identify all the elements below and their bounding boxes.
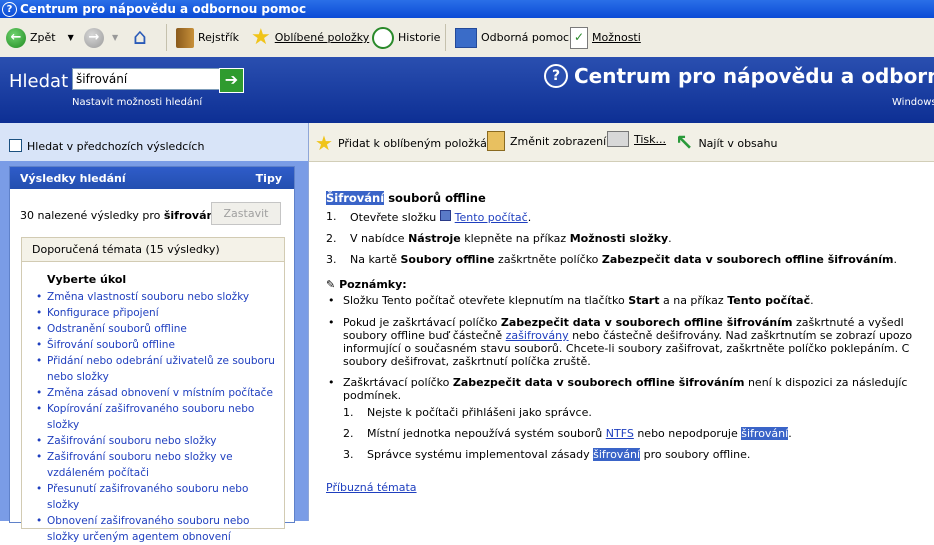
article-title: Šifrování souborů offline [326,191,486,205]
topic-link[interactable]: Změna vlastností souboru nebo složky [36,289,276,305]
left-pane: Hledat v předchozích výsledcích Výsledky… [0,123,308,543]
notes-title: ✎ Poznámky: [326,278,407,291]
step-item: 1. Otevřete složku Tento počítač. [326,210,532,224]
related-topics-link[interactable]: Příbuzná témata [326,481,417,494]
notes-list: Zaškrtávací políčko Zabezpečit data v so… [326,376,934,402]
note-item: Pokud je zaškrtávací políčko Zabezpečit … [326,316,934,368]
previous-results-checkbox[interactable] [9,139,22,152]
step-item: 2. V nabídce Nástroje klepněte na příkaz … [326,232,672,245]
topic-list: Změna vlastností souboru nebo složky Kon… [36,289,276,545]
home-button[interactable]: ⌂ [133,18,147,57]
computer-icon [439,210,451,221]
topic-link[interactable]: Přesunutí zašifrovaného souboru nebo slo… [36,481,276,513]
condition-item: 2. Místní jednotka nepoužívá systém soubo… [343,427,792,440]
results-header: Výsledky hledání Tipy [10,167,294,189]
chevron-down-icon[interactable]: ▼ [112,33,118,42]
condition-item: 3. Správce systému implementoval zásady š… [343,448,751,461]
home-icon: ⌂ [133,25,147,50]
add-favorite-button[interactable]: ★ Přidat k oblíbeným položkám [315,131,498,155]
help-icon: ? [2,2,17,17]
printer-icon [607,131,629,147]
search-go-button[interactable]: ➔ [219,68,244,93]
support-button[interactable]: Odborná pomoc [455,18,569,57]
windows-label: Windows [892,97,934,108]
previous-results-label: Hledat v předchozích výsledcích [27,140,205,153]
locate-arrow-icon: ↖ [675,131,694,156]
topic-link[interactable]: Zašifrování souboru nebo složky ve vzdál… [36,449,276,481]
conditions-list: 1. Nejste k počítači přihlášeni jako sprá… [343,406,792,462]
encrypted-link[interactable]: zašifrovány [506,329,569,342]
task-header: Vyberte úkol [47,273,127,286]
topic-link[interactable]: Změna zásad obnovení v místním počítače [36,385,276,401]
options-button[interactable]: ✓ Možnosti [570,18,641,57]
ntfs-link[interactable]: NTFS [606,427,634,440]
note-item: Zaškrtávací políčko Zabezpečit data v so… [326,376,934,402]
options-checklist-icon: ✓ [570,26,588,49]
suggested-topics: Doporučená témata (15 výsledky) Vyberte … [21,237,285,543]
forward-button[interactable]: → ▼ [84,18,118,57]
print-button[interactable]: Tisk... [607,131,666,147]
topic-link[interactable]: Zašifrování souboru nebo složky [36,433,276,449]
topic-link[interactable]: Odstranění souborů offline [36,321,276,337]
locate-button[interactable]: ↖ Najít v obsahu [675,131,777,156]
history-button[interactable]: Historie [372,18,440,57]
stop-button[interactable]: Zastavit [211,202,281,225]
results-title: Výsledky hledání [20,172,126,185]
note-item: Složku Tento počítač otevřete klepnutím … [326,294,934,307]
main-toolbar: ← Zpět ▼ → ▼ ⌂ Rejstřík ★ Oblíbené polož… [0,18,934,58]
steps-list: 1. Otevřete složku Tento počítač. 2. V nab… [326,210,897,267]
my-computer-link[interactable]: Tento počítač [455,211,528,224]
star-icon: ★ [251,25,271,50]
help-center-header: ? Centrum pro nápovědu a odbornou [544,64,934,88]
back-button[interactable]: ← Zpět ▼ [6,18,74,57]
change-view-icon [487,131,505,151]
suggested-topics-header[interactable]: Doporučená témata (15 výsledky) [22,238,284,262]
topic-link[interactable]: Konfigurace připojení [36,305,276,321]
step-item: 3. Na kartě Soubory offline zaškrtněte po… [326,253,897,266]
forward-arrow-icon: → [84,27,104,48]
topic-link[interactable]: Šifrování souborů offline [36,337,276,353]
condition-item: 1. Nejste k počítači přihlášeni jako sprá… [343,406,592,419]
topic-link[interactable]: Přidání nebo odebrání uživatelů ze soubo… [36,353,276,385]
results-count: 30 nalezené výsledky pro šifrování [20,209,219,222]
search-label: Hledat [9,71,69,92]
content-pane: ★ Přidat k oblíbeným položkám Změnit zob… [308,123,934,521]
previous-results-area: Hledat v předchozích výsledcích [0,123,308,161]
arrow-right-icon: ➔ [224,70,239,89]
search-results-panel: Výsledky hledání Tipy 30 nalezené výsled… [9,166,295,543]
topic-link[interactable]: Kopírování zašifrovaného souboru nebo sl… [36,401,276,433]
favorites-button[interactable]: ★ Oblíbené položky [251,18,369,57]
content-toolbar: ★ Přidat k oblíbeným položkám Změnit zob… [309,123,934,162]
notes-list: Pokud je zaškrtávací políčko Zabezpečit … [326,316,934,368]
notes-list: Složku Tento počítač otevřete klepnutím … [326,294,934,307]
history-clock-icon [372,26,394,49]
title-bar: ? Centrum pro nápovědu a odbornou pomoc [0,0,934,18]
topic-link[interactable]: Obnovení zašifrovaného souboru nebo slož… [36,513,276,545]
note-pencil-icon: ✎ [326,278,336,291]
support-icon [455,27,477,48]
search-bar: Hledat šifrování ➔ Nastavit možnosti hle… [0,57,934,123]
tips-link[interactable]: Tipy [256,172,282,185]
index-button[interactable]: Rejstřík [176,18,239,57]
chevron-down-icon[interactable]: ▼ [68,33,74,42]
book-icon [176,27,194,48]
back-arrow-icon: ← [6,27,26,48]
help-icon: ? [544,64,568,88]
search-options-link[interactable]: Nastavit možnosti hledání [72,97,202,108]
search-input[interactable]: šifrování [72,68,220,90]
add-star-icon: ★ [315,131,333,155]
window-title: Centrum pro nápovědu a odbornou pomoc [20,2,307,16]
change-view-button[interactable]: Změnit zobrazení [487,131,606,151]
